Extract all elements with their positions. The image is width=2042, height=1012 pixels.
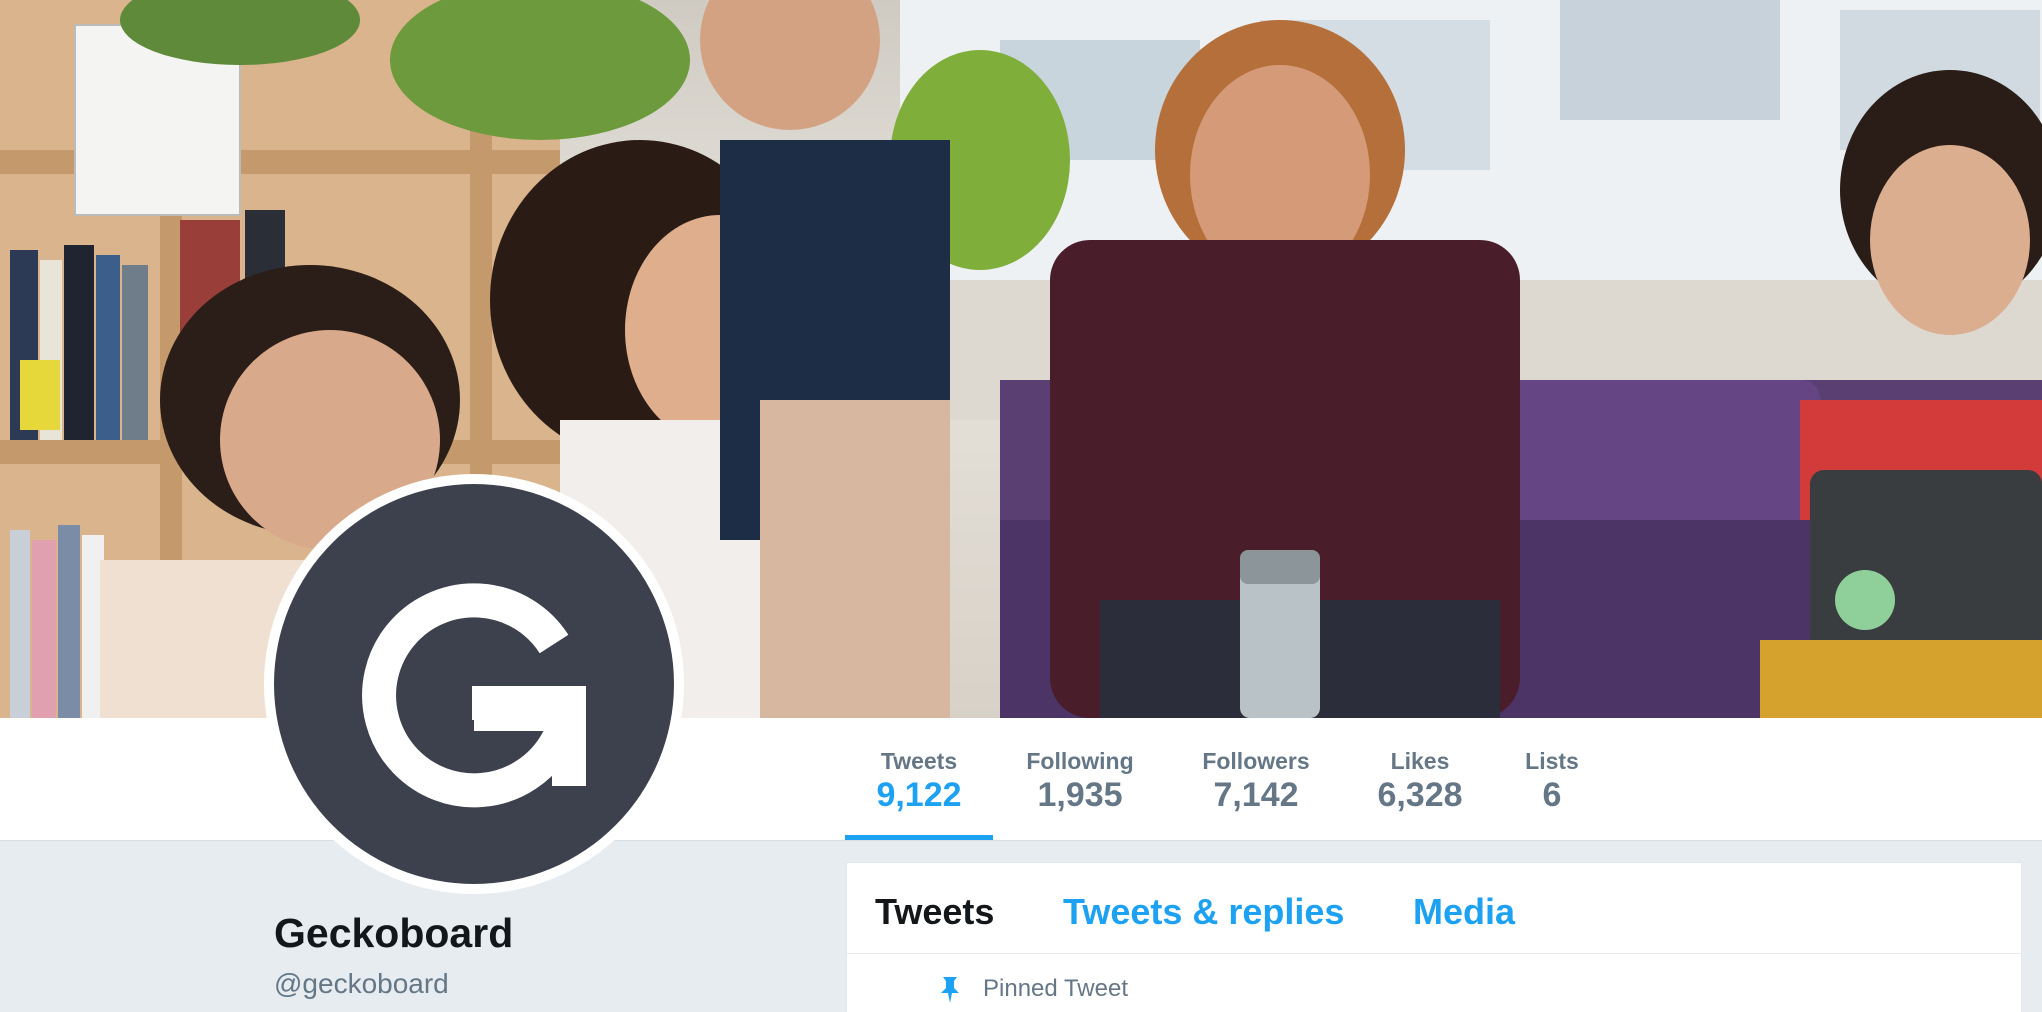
stat-tweets-value: 9,122 <box>876 776 962 814</box>
profile-handle[interactable]: @geckoboard <box>274 968 449 1000</box>
geckoboard-logo-icon <box>362 583 586 808</box>
pinned-tweet-header: Pinned Tweet <box>939 975 1128 1003</box>
stat-tweets-label: Tweets <box>880 748 958 774</box>
stat-following-value: 1,935 <box>1037 776 1123 814</box>
stat-followers[interactable]: Followers 7,142 <box>1186 718 1326 840</box>
avatar-circle <box>274 484 674 884</box>
stat-likes-value: 6,328 <box>1377 776 1463 814</box>
timeline-tabs: Tweets Tweets & replies Media <box>847 863 2021 954</box>
tab-tweets[interactable]: Tweets <box>875 891 994 933</box>
stat-following-label: Following <box>1026 748 1134 774</box>
stat-lists-label: Lists <box>1525 748 1579 774</box>
pin-icon <box>941 977 959 1003</box>
profile-avatar[interactable] <box>264 474 684 894</box>
stat-tweets[interactable]: Tweets 9,122 <box>845 718 993 840</box>
stat-likes-label: Likes <box>1390 748 1450 774</box>
pinned-tweet-label: Pinned Tweet <box>983 975 1128 1002</box>
stat-likes[interactable]: Likes 6,328 <box>1360 718 1480 840</box>
stat-following[interactable]: Following 1,935 <box>1010 718 1150 840</box>
tab-media[interactable]: Media <box>1413 891 1515 933</box>
profile-display-name[interactable]: Geckoboard <box>274 910 513 957</box>
stat-lists[interactable]: Lists 6 <box>1512 718 1592 840</box>
timeline-card: Tweets Tweets & replies Media Pinned Twe… <box>846 862 2022 1012</box>
tab-tweets-and-replies[interactable]: Tweets & replies <box>1063 891 1344 933</box>
stat-followers-value: 7,142 <box>1213 776 1299 814</box>
stat-lists-value: 6 <box>1542 776 1562 814</box>
stat-followers-label: Followers <box>1202 748 1310 774</box>
twitter-profile-page: Tweets 9,122 Following 1,935 Followers 7… <box>0 0 2042 1012</box>
